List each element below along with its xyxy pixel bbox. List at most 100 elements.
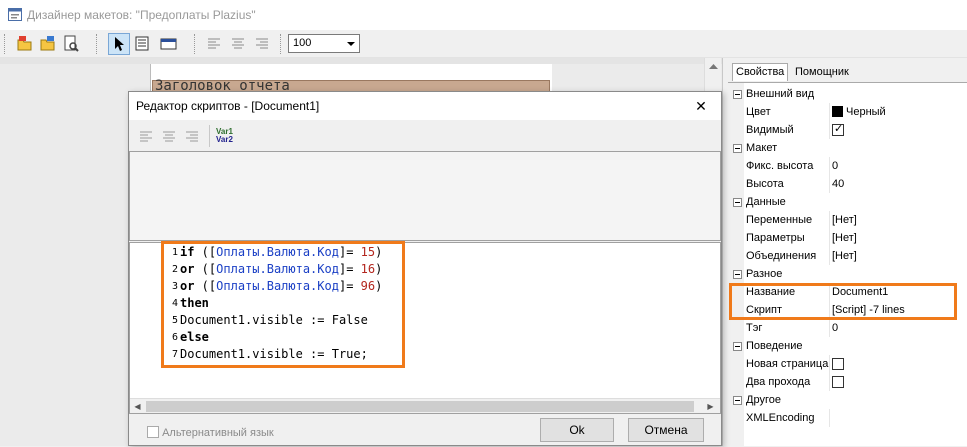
align-center-button[interactable] [228,33,250,55]
property-checkbox[interactable] [832,376,844,388]
property-value-text: Черный [846,106,886,118]
close-icon[interactable]: ✕ [693,98,709,114]
toolbar-grip[interactable] [96,34,99,54]
scroll-right-icon[interactable]: ▶ [704,400,717,413]
collapse-icon[interactable] [733,90,742,99]
column-divider [829,229,830,247]
align-left-button[interactable] [204,33,226,55]
zoom-combobox[interactable]: 100 [288,34,360,53]
open-button[interactable] [14,33,36,55]
property-value[interactable]: [Нет] [832,250,857,262]
window-button[interactable] [158,33,180,55]
property-value[interactable] [832,122,844,137]
property-category[interactable]: Внешний вид [728,85,967,103]
property-row[interactable]: Высота 40 [728,175,967,193]
property-row[interactable]: Новая страница [728,355,967,373]
property-row[interactable]: XMLEncoding [728,409,967,427]
tab-properties[interactable]: Свойства [732,63,789,81]
property-name: Тэг [746,322,763,334]
scroll-left-icon[interactable]: ◀ [131,400,144,413]
collapse-icon[interactable] [733,270,742,279]
column-divider [829,373,830,391]
scroll-up-icon[interactable] [708,62,719,70]
align-right-button[interactable] [252,33,274,55]
property-row[interactable]: Фикс. высота 0 [728,157,967,175]
property-name: Фикс. высота [746,160,814,172]
property-checkbox[interactable] [832,122,844,136]
scrollbar-thumb[interactable] [146,401,694,412]
cancel-button[interactable]: Отмена [628,418,704,442]
open-icon [17,36,32,51]
property-category[interactable]: Разное [728,265,967,283]
column-divider [829,409,830,427]
property-checkbox[interactable] [832,358,844,370]
property-row[interactable]: Видимый [728,121,967,139]
collapse-icon[interactable] [733,396,742,405]
property-row[interactable]: Параметры [Нет] [728,229,967,247]
property-value-text: [Нет] [832,214,857,226]
ok-button[interactable]: Ok [540,418,614,442]
property-value[interactable]: [Нет] [832,214,857,226]
property-value[interactable] [832,358,844,371]
variables-icon[interactable]: Var1 Var2 [216,128,233,144]
property-value[interactable]: 40 [832,178,844,190]
category-label: Внешний вид [746,88,815,100]
chevron-down-icon[interactable] [343,35,359,52]
column-divider [829,103,830,121]
open-alt-button[interactable] [37,33,59,55]
toolbar-grip[interactable] [280,34,283,54]
align-left-icon[interactable] [138,127,156,145]
column-divider [829,157,830,175]
main-toolbar: 100 [0,30,967,58]
band-button[interactable] [132,33,154,55]
dialog-toolbar: Var1 Var2 [129,121,721,151]
messages-pane [129,151,721,241]
property-name: Видимый [746,124,794,136]
property-category[interactable]: Макет [728,139,967,157]
property-value-text: [Нет] [832,232,857,244]
property-category[interactable]: Другое [728,391,967,409]
align-right-icon [256,38,268,49]
collapse-icon[interactable] [733,198,742,207]
property-value-text: [Нет] [832,250,857,262]
alt-language-checkbox[interactable] [147,426,159,438]
align-center-icon[interactable] [161,127,179,145]
pointer-icon [115,37,124,51]
pointer-button[interactable] [108,33,130,55]
preview-button[interactable] [60,33,82,55]
property-name: Два прохода [746,376,811,388]
toolbar-separator [209,125,210,147]
align-right-icon[interactable] [184,127,202,145]
property-value[interactable]: [Нет] [832,232,857,244]
column-divider [829,355,830,373]
property-name: Новая страница [746,358,829,370]
property-row[interactable]: Тэг 0 [728,319,967,337]
property-value[interactable] [832,376,844,389]
alt-language-option[interactable]: Альтернативный язык [147,426,274,439]
property-value[interactable]: 0 [832,322,838,334]
property-category[interactable]: Данные [728,193,967,211]
property-row[interactable]: Объединения [Нет] [728,247,967,265]
collapse-icon[interactable] [733,144,742,153]
property-grid[interactable]: Внешний вид Цвет Черный Видимый Макет Фикс. в… [728,82,967,447]
property-category[interactable]: Поведение [728,337,967,355]
zoom-value: 100 [293,37,312,49]
title-bar: Дизайнер макетов: "Предоплаты Plazius" [0,0,967,30]
editor-horizontal-scrollbar[interactable]: ◀ ▶ [130,398,720,413]
property-row[interactable]: Переменные [Нет] [728,211,967,229]
property-value[interactable]: 0 [832,160,838,172]
window-title: Дизайнер макетов: "Предоплаты Plazius" [27,8,256,22]
align-center-icon [232,38,244,49]
window-icon [160,38,177,50]
dialog-title-bar[interactable]: Редактор скриптов - [Document1] ✕ [129,92,721,120]
code-editor[interactable]: 1 if ([Оплаты.Валюта.Код]= 15) 2 or ([Оплат… [129,241,721,414]
toolbar-grip[interactable] [194,34,197,54]
preview-icon [64,35,79,52]
property-row[interactable]: Цвет Черный [728,103,967,121]
tab-assistant[interactable]: Помощник [792,64,852,82]
collapse-icon[interactable] [733,342,742,351]
toolbar-grip[interactable] [4,34,7,54]
property-row[interactable]: Два прохода [728,373,967,391]
property-value[interactable]: Черный [832,106,886,118]
property-name: Высота [746,178,784,190]
